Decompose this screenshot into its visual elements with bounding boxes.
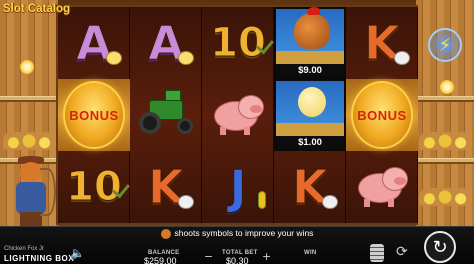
prize-value: $9.00 [276, 64, 344, 77]
symbol-letter: 10 [210, 20, 267, 66]
coin-stack-icon[interactable] [370, 244, 384, 262]
spin-button[interactable]: ↻ [424, 231, 456, 263]
reel-symbol: J [202, 151, 274, 223]
chick-icon [106, 51, 122, 65]
autoplay-icon[interactable]: ⟳ [396, 244, 408, 260]
reel-symbol [346, 151, 418, 223]
hen-icon [178, 195, 194, 209]
total-bet-value: $0.30 [226, 256, 249, 264]
shelf-left-upper [0, 96, 58, 102]
bonus-label: BONUS [69, 107, 119, 123]
reel-symbol: A [130, 7, 202, 79]
reel-symbol [130, 79, 202, 151]
pig-icon [210, 93, 266, 137]
minus-icon[interactable]: − [204, 250, 213, 263]
rooster-prize-symbol: $9.00 [274, 7, 346, 79]
spin-icon: ↻ [432, 236, 448, 258]
bonus-coin-icon: BONUS [63, 81, 125, 149]
reel-symbol: K [130, 151, 202, 223]
reel-symbol [202, 79, 274, 151]
brand-logo: LIGHTNING BOX [4, 254, 75, 263]
prize-value: $1.00 [276, 136, 344, 149]
tractor-icon [137, 90, 195, 134]
reel-symbol: BONUS [346, 79, 418, 151]
bonus-coin-icon: BONUS [351, 81, 413, 149]
shelf-right-lower [416, 158, 474, 164]
site-logo: Slot Catalog [3, 3, 71, 15]
hen-icon [322, 195, 338, 209]
symbol-letter: J [229, 160, 247, 214]
lamp-right [440, 80, 454, 94]
reel-symbol: 10 [58, 151, 130, 223]
plus-icon[interactable]: + [262, 250, 271, 263]
reel-symbol: BONUS [58, 79, 130, 151]
game-stage: A BONUS 10 A K 10 J $9.00 $1.00 K K BONU… [0, 0, 474, 264]
lightning-icon: ⚡ [428, 28, 462, 62]
fox-icon [160, 228, 171, 239]
speaker-icon[interactable]: 🔈 [70, 246, 85, 260]
reel-1: A BONUS 10 [58, 7, 130, 223]
reel-symbol: K [274, 151, 346, 223]
reel-symbol: A [58, 7, 130, 79]
balance-value: $259.00 [144, 256, 177, 264]
chick-pile-left [3, 132, 55, 150]
reel-5: K BONUS [346, 7, 418, 223]
reel-symbol: K [346, 7, 418, 79]
symbol-letter: 10 [66, 164, 123, 210]
corn-icon [258, 191, 266, 209]
hen-icon [394, 51, 410, 65]
reel-2: A K [130, 7, 202, 223]
marquee-text: shoots symbols to improve your wins [174, 228, 314, 238]
reel-4: $9.00 $1.00 K [274, 7, 346, 223]
chick-icon [178, 51, 194, 65]
reel-area: A BONUS 10 A K 10 J $9.00 $1.00 K K BONU… [56, 5, 418, 225]
pig-icon [354, 165, 410, 209]
rooster-icon [294, 7, 330, 49]
chick-pile-right-lower [419, 188, 471, 206]
chick-pile-right-upper [419, 132, 471, 150]
game-name: Chicken Fox Jr [4, 246, 45, 252]
shelf-right-upper [416, 96, 474, 102]
bonus-label: BONUS [357, 107, 407, 123]
lamp-left [20, 60, 34, 74]
chick-prize-symbol: $1.00 [274, 79, 346, 151]
fox-archer-character [4, 156, 58, 234]
win-label: WIN [304, 250, 317, 256]
feature-marquee: shoots symbols to improve your wins [0, 228, 474, 239]
reel-symbol: 10 [202, 7, 274, 79]
chick-icon [298, 87, 326, 117]
reel-3: 10 J [202, 7, 274, 223]
